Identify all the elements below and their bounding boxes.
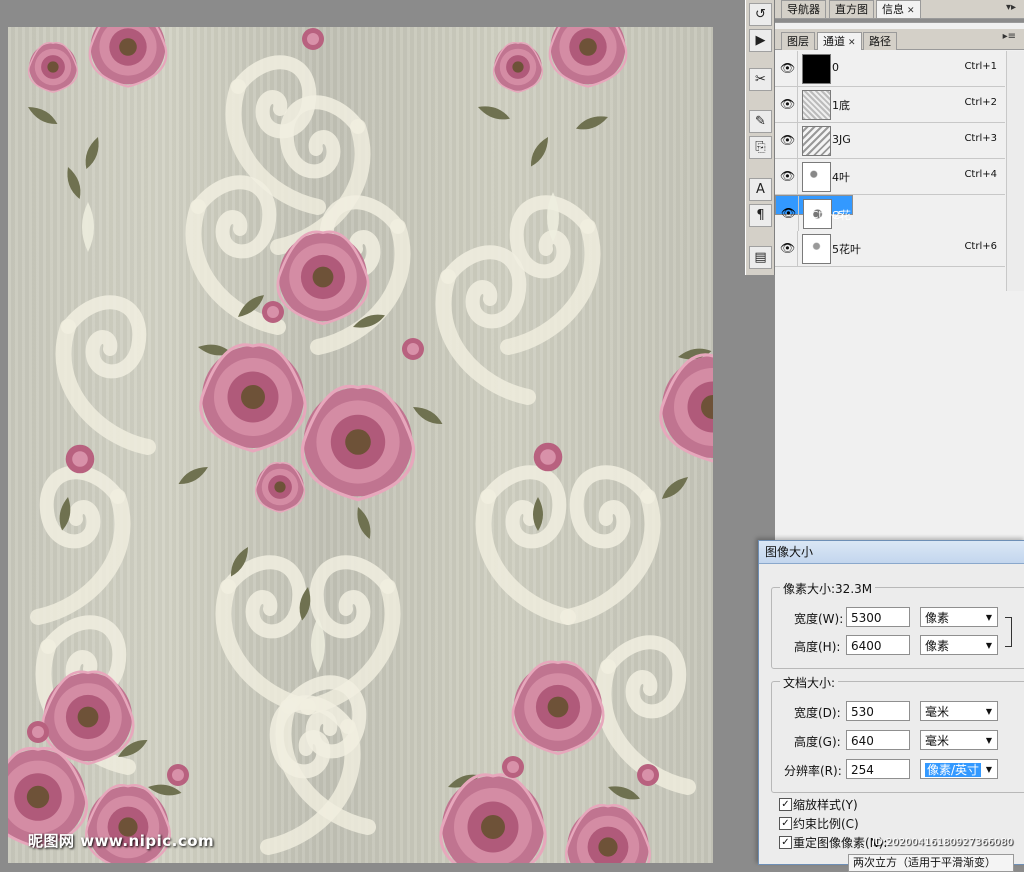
panel-menu-icon[interactable]: ▾▸ (1006, 2, 1016, 13)
bouquet-right-edge (658, 346, 713, 503)
channels-scrollbar[interactable] (1006, 51, 1024, 291)
resample-checkbox[interactable]: ✓ (779, 836, 792, 849)
channel-row[interactable]: 👁 0 Ctrl+1 (775, 51, 1005, 87)
channel-thumbnail (802, 234, 831, 264)
channel-row[interactable]: 👁 1底 Ctrl+2 (775, 87, 1005, 123)
pixel-dimensions-title: 像素大小:32.3M (780, 580, 876, 597)
constrain-proportions-checkbox[interactable]: ✓ (779, 817, 792, 830)
channel-name: 3JG (832, 133, 851, 146)
channel-shortcut: Ctrl+1 (964, 61, 997, 72)
document-canvas[interactable]: 昵图网 www.nipic.com (8, 27, 713, 863)
channel-shortcut: Ctrl+2 (964, 97, 997, 108)
history-icon[interactable]: ↺ (749, 3, 772, 26)
document-size-title: 文档大小: (780, 674, 839, 691)
channel-row[interactable]: 👁 4叶 Ctrl+4 (775, 159, 1005, 195)
tab-histogram[interactable]: 直方图 (829, 0, 874, 18)
watermark-id: ID:20200416180927366080 (872, 837, 1014, 848)
floral-damask-pattern (8, 27, 713, 863)
clone-icon[interactable]: ⎘ (749, 136, 772, 159)
channel-row[interactable]: 👁 3JG Ctrl+3 (775, 123, 1005, 159)
channel-name: 5花叶 (832, 243, 861, 256)
chevron-down-icon: ▼ (985, 707, 992, 716)
chevron-down-icon: ▼ (985, 613, 992, 622)
channel-shortcut: Ctrl+4 (964, 169, 997, 180)
resample-method-select[interactable]: 两次立方（适用于平滑渐变） (848, 854, 1014, 872)
eye-icon[interactable]: 👁 (780, 97, 795, 111)
constrain-proportions-label: 约束比例(C) (793, 817, 859, 831)
scale-styles-label: 缩放样式(Y) (793, 798, 858, 812)
pixel-height-input[interactable]: 6400 (846, 635, 910, 655)
image-size-dialog: 图像大小 像素大小:32.3M 宽度(W): 5300 像素 ▼ 高度(H): 6… (758, 540, 1024, 865)
pixel-height-unit-select[interactable]: 像素 ▼ (920, 635, 998, 655)
close-icon[interactable]: ✕ (907, 6, 915, 16)
watermark-site: 昵图网 www.nipic.com (28, 832, 215, 850)
channel-name: 1底 (832, 99, 850, 112)
doc-height-label: 高度(G): (794, 735, 841, 749)
eye-icon[interactable]: 👁 (780, 133, 795, 147)
channel-name: 4叶 (832, 171, 850, 184)
link-bracket (1005, 617, 1012, 647)
resolution-label: 分辨率(R): (784, 764, 842, 778)
info-panel-tabs: 导航器 直方图 信息 ✕ ▾▸ (775, 0, 1024, 19)
dialog-title[interactable]: 图像大小 (759, 541, 1024, 564)
resolution-unit-select[interactable]: 像素/英寸 ▼ (920, 759, 998, 779)
pixel-width-unit-select[interactable]: 像素 ▼ (920, 607, 998, 627)
channel-row-selected[interactable]: 👁 2花 Ctrl+5 (775, 195, 853, 231)
eye-icon[interactable]: 👁 (780, 241, 795, 255)
document-size-group: 文档大小: 宽度(D): 530 毫米 ▼ 高度(G): 640 毫米 ▼ 分辨率(… (771, 674, 1024, 793)
channel-thumbnail (802, 126, 831, 156)
chevron-down-icon: ▼ (985, 765, 992, 774)
channels-panel-tabs: 图层 通道 ✕ 路径 ▸≡ (775, 29, 1024, 50)
tab-info[interactable]: 信息 ✕ (876, 0, 921, 18)
eye-icon[interactable]: 👁 (781, 206, 796, 220)
channel-shortcut: Ctrl+5 (811, 210, 844, 221)
doc-width-unit-select[interactable]: 毫米 ▼ (920, 701, 998, 721)
action-play-icon[interactable]: ▶ (749, 29, 772, 52)
channels-panel: 图层 通道 ✕ 路径 ▸≡ 👁 0 Ctrl+1 👁 1底 Ctrl+2 👁 3J… (775, 22, 1024, 543)
tools-icon[interactable]: ✂ (749, 68, 772, 91)
doc-height-unit-select[interactable]: 毫米 ▼ (920, 730, 998, 750)
panel-dock-strip: ↺ ▶ ✂ ✎ ⎘ A ¶ ▤ (745, 0, 775, 275)
resolution-input[interactable]: 254 (846, 759, 910, 779)
eye-icon[interactable]: 👁 (780, 61, 795, 75)
tab-paths[interactable]: 路径 (863, 32, 897, 50)
paragraph-icon[interactable]: ¶ (749, 204, 772, 227)
doc-width-input[interactable]: 530 (846, 701, 910, 721)
eye-icon[interactable]: 👁 (780, 169, 795, 183)
tab-channels[interactable]: 通道 ✕ (817, 32, 862, 50)
tab-navigator[interactable]: 导航器 (781, 0, 826, 18)
scale-styles-checkbox[interactable]: ✓ (779, 798, 792, 811)
bouquet-top-right (476, 27, 628, 169)
channel-row[interactable]: 👁 5花叶 Ctrl+6 (775, 231, 1005, 267)
character-icon[interactable]: A (749, 178, 772, 201)
layer-comps-icon[interactable]: ▤ (749, 246, 772, 269)
channel-shortcut: Ctrl+6 (964, 241, 997, 252)
channel-thumbnail (802, 90, 831, 120)
pixel-dimensions-group: 像素大小:32.3M 宽度(W): 5300 像素 ▼ 高度(H): 6400 像… (771, 580, 1024, 669)
doc-width-label: 宽度(D): (794, 706, 841, 720)
channel-thumbnail (802, 54, 831, 84)
pixel-width-label: 宽度(W): (794, 612, 844, 626)
chevron-down-icon: ▼ (985, 641, 992, 650)
channel-shortcut: Ctrl+3 (964, 133, 997, 144)
pixel-width-input[interactable]: 5300 (846, 607, 910, 627)
tab-layers[interactable]: 图层 (781, 32, 815, 50)
pixel-height-label: 高度(H): (794, 640, 841, 654)
doc-height-input[interactable]: 640 (846, 730, 910, 750)
channel-thumbnail (802, 162, 831, 192)
brush-icon[interactable]: ✎ (749, 110, 772, 133)
close-icon[interactable]: ✕ (848, 38, 856, 48)
chevron-down-icon: ▼ (985, 736, 992, 745)
panel-menu-icon[interactable]: ▸≡ (1003, 31, 1016, 42)
channel-name: 0 (832, 61, 839, 74)
